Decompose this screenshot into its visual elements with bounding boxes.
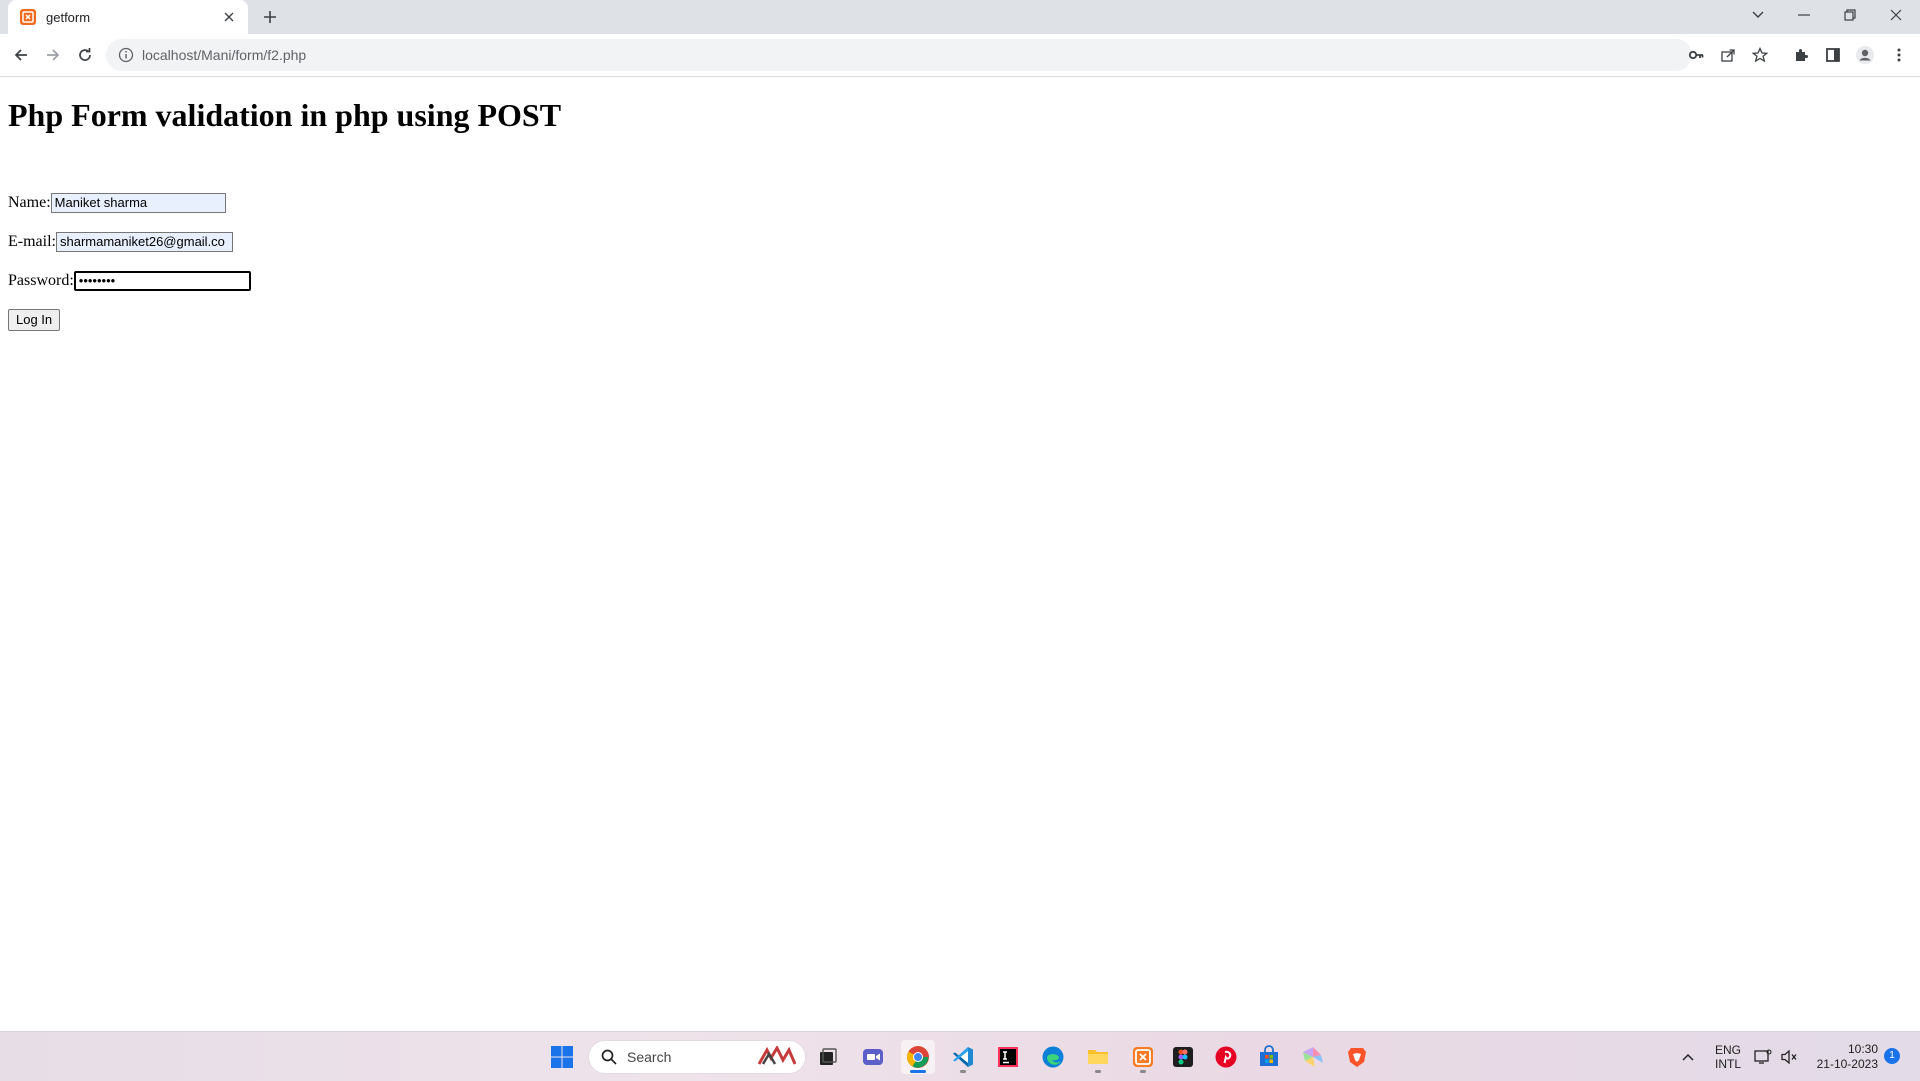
chrome-icon [907, 1046, 929, 1068]
intellij-icon [998, 1047, 1018, 1067]
tab-strip: getform [0, 0, 1920, 34]
running-indicator [960, 1070, 966, 1073]
side-panel-icon[interactable] [1822, 44, 1844, 66]
volume-muted-icon [1781, 1049, 1797, 1065]
clock[interactable]: 10:30 21-10-2023 [1808, 1042, 1878, 1072]
pinterest-app[interactable] [1209, 1040, 1243, 1074]
forward-arrow-icon [47, 49, 60, 61]
brave-app[interactable] [1340, 1040, 1374, 1074]
windows-taskbar: Search ENG INTL 10:30 21-10-2023 1 [0, 1031, 1920, 1081]
extensions-puzzle-icon[interactable] [1790, 44, 1812, 66]
clock-date: 21-10-2023 [1816, 1057, 1878, 1071]
tray-overflow-button[interactable] [1674, 1040, 1702, 1074]
tab-close-icon[interactable] [220, 8, 238, 26]
bookmark-star-icon[interactable] [1750, 45, 1770, 65]
running-indicator [1140, 1070, 1146, 1073]
share-icon[interactable] [1718, 45, 1738, 65]
email-label: E-mail: [8, 233, 56, 250]
xampp-icon [20, 9, 36, 25]
microsoft-store-app[interactable] [1252, 1040, 1286, 1074]
language-indicator[interactable]: ENG INTL [1710, 1043, 1746, 1071]
back-button[interactable] [9, 43, 33, 67]
active-indicator [910, 1070, 926, 1073]
email-input[interactable]: sharmamaniket26@gmail.co [55, 232, 233, 252]
figma-app[interactable] [1166, 1040, 1200, 1074]
address-bar[interactable]: localhost/Mani/form/f2.php [106, 39, 1768, 71]
xampp-app[interactable] [1126, 1040, 1160, 1074]
file-explorer-app[interactable] [1081, 1040, 1115, 1074]
name-row: Name: Maniket sharma [8, 191, 226, 215]
profile-icon[interactable] [1854, 44, 1876, 66]
plus-icon [264, 11, 276, 23]
page-content: Php Form validation in php using POST Na… [0, 77, 1920, 1031]
back-arrow-icon [14, 49, 27, 61]
key-icon[interactable] [1686, 45, 1706, 65]
intellij-app[interactable] [991, 1040, 1025, 1074]
email-row: E-mail: sharmamaniket26@gmail.co [8, 230, 233, 254]
kebab-menu-icon[interactable] [1888, 44, 1910, 66]
xampp-icon [1133, 1047, 1153, 1067]
url-text[interactable]: localhost/Mani/form/f2.php [142, 39, 306, 71]
password-label: Password: [8, 272, 74, 289]
keyboard-layout: INTL [1714, 1057, 1741, 1071]
store-bag-icon [1260, 1045, 1278, 1066]
password-row: Password: •••••••• [8, 269, 251, 293]
language-code: ENG [1714, 1043, 1741, 1057]
search-placeholder: Search [627, 1049, 672, 1065]
restore-icon [1844, 9, 1856, 21]
creators-app-icon [757, 1046, 797, 1065]
chevron-up-icon [1682, 1053, 1694, 1061]
browser-tab[interactable]: getform [8, 0, 248, 34]
color-shapes-icon [1303, 1047, 1323, 1067]
new-tab-button[interactable] [258, 5, 282, 29]
task-view-button[interactable] [811, 1040, 845, 1074]
login-button[interactable]: Log In [8, 309, 61, 331]
taskbar-search-box[interactable]: Search [588, 1040, 806, 1074]
reload-icon [79, 48, 91, 61]
notification-badge[interactable]: 1 [1884, 1048, 1900, 1064]
forward-button[interactable] [41, 43, 65, 67]
browser-toolbar: localhost/Mani/form/f2.php [0, 34, 1920, 77]
restore-button[interactable] [1828, 0, 1872, 30]
tab-title: getform [46, 9, 91, 25]
edge-app[interactable] [1036, 1040, 1070, 1074]
drawing-app[interactable] [1296, 1040, 1330, 1074]
network-icon [1754, 1049, 1772, 1064]
clock-time: 10:30 [1847, 1042, 1878, 1056]
name-label: Name: [8, 194, 51, 211]
network-status-button[interactable] [1750, 1040, 1776, 1074]
page-title: Php Form validation in php using POST [8, 97, 562, 133]
task-view-icon [820, 1048, 837, 1065]
minimize-button[interactable] [1782, 0, 1826, 30]
teams-icon [863, 1049, 883, 1065]
running-indicator [1095, 1070, 1101, 1073]
windows-logo-icon [551, 1046, 573, 1068]
vscode-icon [953, 1047, 973, 1067]
password-input[interactable]: •••••••• [73, 271, 251, 291]
minimize-icon [1798, 14, 1810, 16]
teams-app[interactable] [856, 1040, 890, 1074]
brave-lion-icon [1348, 1048, 1366, 1067]
folder-icon [1088, 1050, 1108, 1064]
vscode-app[interactable] [946, 1040, 980, 1074]
chrome-app[interactable] [901, 1040, 935, 1074]
tab-search-button[interactable] [1736, 0, 1780, 30]
site-info-icon[interactable] [118, 47, 134, 63]
reload-button[interactable] [73, 43, 97, 67]
volume-button[interactable] [1776, 1040, 1802, 1074]
name-input[interactable]: Maniket sharma [50, 193, 226, 213]
figma-icon [1173, 1047, 1193, 1067]
chevron-down-icon [1752, 11, 1764, 18]
search-icon [601, 1049, 617, 1065]
pinterest-icon [1215, 1046, 1237, 1068]
window-close-button[interactable] [1874, 0, 1918, 30]
windows-start-button[interactable] [545, 1040, 579, 1074]
edge-icon [1042, 1046, 1064, 1068]
close-icon [1890, 9, 1902, 21]
